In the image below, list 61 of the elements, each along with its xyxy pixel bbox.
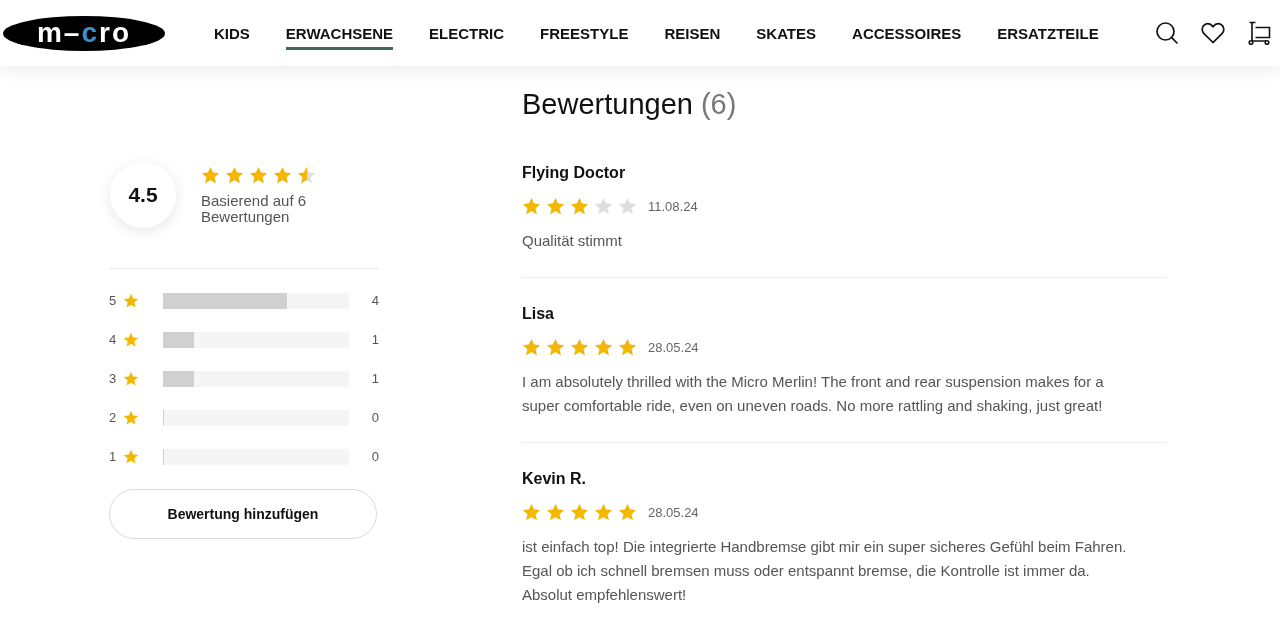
rating-count: 0 bbox=[370, 410, 379, 425]
star-icon bbox=[618, 196, 637, 216]
heart-icon[interactable] bbox=[1201, 21, 1225, 45]
star-icon bbox=[522, 196, 541, 216]
star-icon bbox=[546, 196, 565, 216]
star-icon bbox=[123, 370, 139, 387]
nav-link[interactable]: ACCESSOIRES bbox=[852, 24, 962, 50]
star-icon bbox=[546, 337, 565, 357]
star-icon bbox=[570, 502, 589, 522]
star-icon bbox=[201, 166, 220, 185]
star-icon bbox=[249, 166, 268, 185]
review-date: 28.05.24 bbox=[648, 504, 699, 520]
nav-link[interactable]: ELECTRIC bbox=[429, 24, 505, 50]
rating-basis: Basierend auf 6 Bewertungen bbox=[201, 192, 308, 225]
nav-link[interactable]: SKATES bbox=[756, 24, 817, 50]
add-review-button[interactable]: Bewertung hinzufügen bbox=[109, 489, 377, 539]
logo[interactable]: m–cro bbox=[3, 15, 165, 51]
star-icon bbox=[123, 292, 139, 309]
review-date: 11.08.24 bbox=[648, 198, 698, 214]
section-title: Bewertungen bbox=[522, 88, 693, 120]
star-icon bbox=[546, 502, 565, 522]
star-icon bbox=[123, 331, 139, 348]
rating-count: 4 bbox=[370, 293, 379, 308]
star-icon bbox=[225, 166, 244, 185]
star-icon bbox=[594, 196, 613, 216]
star-icon bbox=[123, 448, 139, 465]
review-text: ist einfach top! Die integrierte Handbremse gibt mir ein super sicheres Gefühl beim Fahren. Egal ob ich schnell bremsen muss oder entspannt bremse, die Kontrolle ist immer da. Absolut empfehlenswert! bbox=[522, 537, 1128, 605]
review-count: (6) bbox=[700, 88, 737, 120]
nav-link[interactable]: FREESTYLE bbox=[540, 24, 629, 50]
nav-link[interactable]: REISEN bbox=[664, 24, 721, 50]
star-icon bbox=[594, 337, 613, 357]
star-level: 1 bbox=[109, 449, 118, 464]
average-rating: 4.5 bbox=[110, 162, 176, 228]
nav-link[interactable]: ERWACHSENE bbox=[285, 24, 394, 50]
reviewer-name: Kevin R. bbox=[522, 469, 587, 489]
star-icon bbox=[570, 337, 589, 357]
star-icon bbox=[522, 502, 541, 522]
star-icon bbox=[123, 409, 139, 426]
star-level: 5 bbox=[109, 293, 118, 308]
star-level: 2 bbox=[109, 410, 118, 425]
star-icon bbox=[297, 166, 316, 185]
star-level: 4 bbox=[109, 332, 118, 347]
nav-link[interactable]: KIDS bbox=[214, 24, 250, 50]
star-icon bbox=[522, 337, 541, 357]
star-icon bbox=[570, 196, 589, 216]
rating-count: 0 bbox=[370, 449, 379, 464]
review-text: Qualität stimmt bbox=[522, 231, 624, 251]
rating-count: 1 bbox=[370, 332, 379, 347]
reviewer-name: Flying Doctor bbox=[522, 163, 627, 183]
nav-link[interactable]: ERSATZTEILE bbox=[997, 24, 1099, 50]
star-icon bbox=[273, 166, 292, 185]
star-icon bbox=[594, 502, 613, 522]
rating-count: 1 bbox=[370, 371, 379, 386]
cart-icon[interactable] bbox=[1247, 21, 1271, 45]
star-level: 3 bbox=[109, 371, 118, 386]
star-icon bbox=[618, 502, 637, 522]
review-date: 28.05.24 bbox=[648, 339, 699, 355]
review-text: I am absolutely thrilled with the Micro Merlin! The front and rear suspension makes for a super comfortable ride, even on uneven roads. No more rattling and shaking, just great! bbox=[522, 372, 1105, 416]
reviewer-name: Lisa bbox=[522, 304, 555, 324]
search-icon[interactable] bbox=[1155, 21, 1179, 45]
star-icon bbox=[618, 337, 637, 357]
